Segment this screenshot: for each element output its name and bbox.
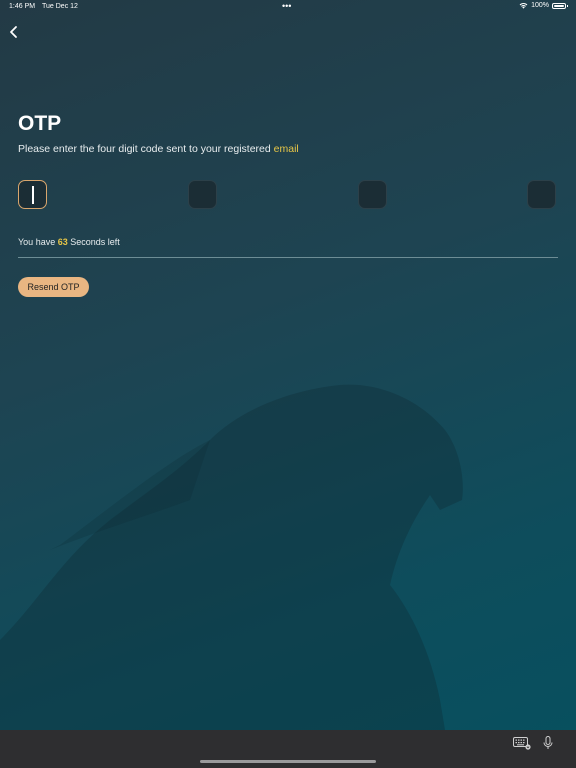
keyboard-shortcut-bar: [0, 730, 576, 768]
page-title: OTP: [18, 112, 62, 135]
instructions-text: Please enter the four digit code sent to…: [18, 143, 274, 155]
countdown-timer: You have 63 Seconds left: [18, 237, 120, 247]
wifi-icon: [519, 3, 528, 9]
status-right: 100%: [519, 2, 568, 9]
status-bar: 1:46 PM Tue Dec 12 ••• 100%: [0, 0, 576, 14]
text-caret: [32, 186, 34, 204]
email-link[interactable]: email: [274, 143, 299, 155]
status-time: 1:46 PM: [9, 3, 36, 10]
timer-suffix: Seconds left: [67, 237, 120, 247]
eagle-background-art: [0, 384, 463, 730]
otp-digit-3[interactable]: [358, 180, 387, 209]
otp-instructions: Please enter the four digit code sent to…: [18, 143, 299, 155]
resend-otp-button[interactable]: Resend OTP: [18, 277, 89, 297]
otp-digit-4[interactable]: [527, 180, 556, 209]
status-date: Tue Dec 12: [42, 3, 78, 10]
back-button[interactable]: [6, 22, 24, 42]
chevron-left-icon: [10, 26, 17, 38]
multitasking-dots[interactable]: •••: [282, 1, 291, 11]
battery-percent: 100%: [531, 2, 549, 9]
keyboard-icon[interactable]: [513, 737, 531, 750]
timer-prefix: You have: [18, 237, 58, 247]
battery-icon: [552, 2, 568, 9]
otp-digit-1[interactable]: [18, 180, 47, 209]
otp-input-group: [18, 180, 558, 212]
divider: [18, 257, 558, 258]
microphone-icon[interactable]: [543, 736, 553, 750]
home-indicator[interactable]: [200, 760, 376, 763]
otp-digit-2[interactable]: [188, 180, 217, 209]
timer-seconds: 63: [57, 237, 68, 247]
